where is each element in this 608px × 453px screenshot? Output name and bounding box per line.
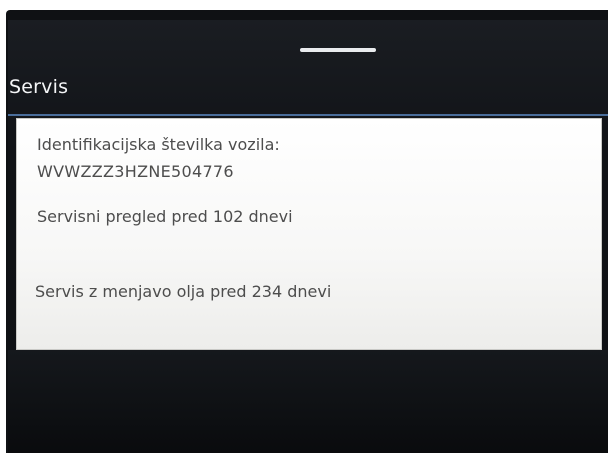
oil-service-due-text: Servis z menjavo olja pred 234 dnevi: [35, 282, 332, 301]
photo-frame: Servis Identifikacijska številka vozila:…: [0, 0, 608, 453]
service-info-panel: Identifikacijska številka vozila: WVWZZZ…: [16, 118, 602, 350]
drag-handle[interactable]: [300, 48, 376, 52]
vin-value: WVWZZZ3HZNE504776: [37, 162, 234, 181]
screen-lower-area: [8, 350, 608, 453]
inspection-due-text: Servisni pregled pred 102 dnevi: [37, 207, 293, 226]
title-divider: [8, 114, 608, 116]
page-title: Servis: [9, 76, 69, 98]
vin-label: Identifikacijska številka vozila:: [37, 135, 280, 154]
